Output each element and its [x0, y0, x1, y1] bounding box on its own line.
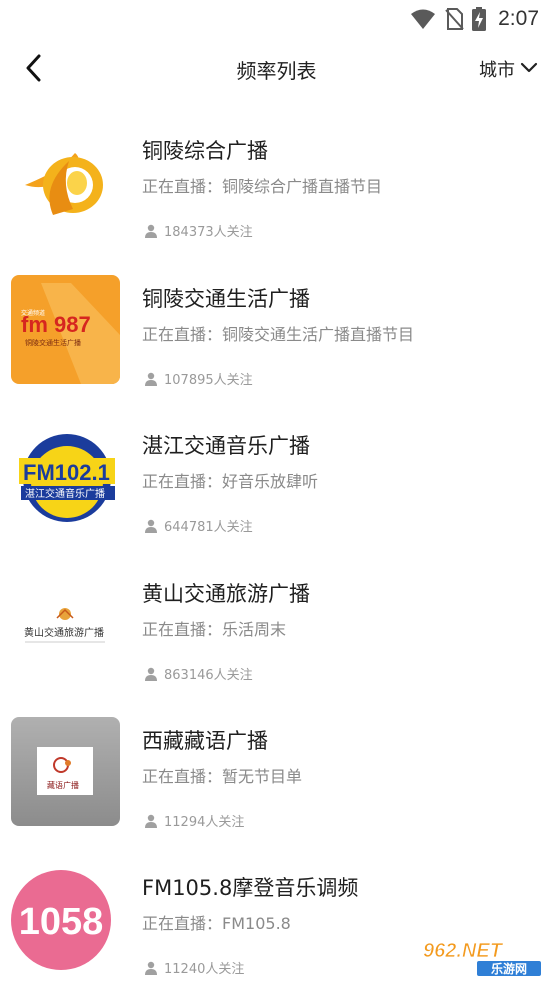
- battery-charging-icon: [472, 7, 487, 31]
- logo-text: 黄山交通旅游广播: [24, 626, 104, 639]
- station-item[interactable]: FM102.1 湛江交通音乐广播 湛江交通音乐广播 正在直播：好音乐放肆听 64…: [0, 408, 553, 538]
- huangshan-logo: 黄山交通旅游广播: [11, 570, 120, 679]
- chevron-down-icon[interactable]: [519, 58, 539, 78]
- station-live-info: 正在直播：暂无节目单: [142, 763, 302, 787]
- live-program: 铜陵综合广播直播节目: [222, 177, 383, 196]
- station-name: 湛江交通音乐广播: [142, 434, 310, 458]
- fm102-logo: FM102.1 湛江交通音乐广播: [11, 422, 120, 531]
- wifi-icon: [411, 9, 436, 29]
- person-icon: [145, 814, 157, 828]
- fm987-logo: 交通频道 fm 987 铜陵交通生活广播: [11, 275, 120, 384]
- station-name: 铜陵综合广播: [142, 139, 268, 163]
- logo-text: 藏语广播: [47, 780, 79, 790]
- app-bar: 频率列表 城市: [0, 40, 553, 96]
- live-program: 暂无节目单: [222, 767, 303, 786]
- live-label: 正在直播：: [142, 767, 223, 786]
- station-item[interactable]: 铜陵综合广播 正在直播：铜陵综合广播直播节目 184373人关注: [0, 113, 553, 243]
- live-program: FM105.8: [222, 914, 291, 933]
- logo-subtext: 湛江交通音乐广播: [25, 487, 105, 500]
- followers-count: 184373人关注: [164, 225, 253, 240]
- logo-text: fm 987: [21, 312, 91, 337]
- followers-count: 644781人关注: [164, 520, 253, 535]
- station-item[interactable]: 藏语广播 西藏藏语广播 正在直播：暂无节目单 11294人关注: [0, 703, 553, 833]
- followers-count: 11240人关注: [164, 962, 245, 977]
- person-icon: [145, 224, 157, 238]
- station-item[interactable]: 黄山交通旅游广播 黄山交通旅游广播 正在直播：乐活周末 863146人关注: [0, 556, 553, 686]
- station-live-info: 正在直播：乐活周末: [142, 616, 286, 640]
- live-label: 正在直播：: [142, 914, 223, 933]
- station-name: 铜陵交通生活广播: [142, 287, 310, 311]
- no-sim-icon: [445, 8, 464, 30]
- person-icon: [145, 961, 157, 975]
- status-icons: 2:07: [410, 6, 539, 32]
- station-followers: 644781人关注: [144, 516, 253, 535]
- station-name: 黄山交通旅游广播: [142, 582, 310, 606]
- station-name: FM105.8摩登音乐调频: [142, 876, 359, 900]
- fm1058-logo: 1058: [11, 864, 120, 973]
- live-label: 正在直播：: [142, 325, 223, 344]
- station-item[interactable]: 交通频道 fm 987 铜陵交通生活广播 铜陵交通生活广播 正在直播：铜陵交通生…: [0, 261, 553, 391]
- watermark-top: 962.NET: [423, 940, 504, 962]
- person-icon: [145, 519, 157, 533]
- page-title: 频率列表: [236, 59, 317, 83]
- person-icon: [145, 372, 157, 386]
- live-program: 乐活周末: [222, 620, 287, 639]
- watermark-logo: 962.NET 乐游网: [423, 940, 541, 976]
- station-live-info: 正在直播：铜陵交通生活广播直播节目: [142, 321, 414, 345]
- station-followers: 11240人关注: [144, 958, 244, 977]
- watermark-bottom: 乐游网: [491, 961, 527, 976]
- followers-count: 863146人关注: [164, 668, 253, 683]
- followers-count: 11294人关注: [164, 815, 245, 830]
- live-label: 正在直播：: [142, 177, 223, 196]
- station-live-info: 正在直播：好音乐放肆听: [142, 468, 318, 492]
- station-followers: 863146人关注: [144, 664, 253, 683]
- live-label: 正在直播：: [142, 472, 223, 491]
- tibet-logo: 藏语广播: [11, 717, 120, 826]
- person-icon: [145, 667, 157, 681]
- station-followers: 11294人关注: [144, 811, 244, 830]
- station-name: 西藏藏语广播: [142, 729, 268, 753]
- logo-text: FM102.1: [23, 460, 110, 485]
- station-followers: 107895人关注: [144, 369, 253, 388]
- logo-text: 1058: [19, 901, 104, 943]
- station-followers: 184373人关注: [144, 221, 253, 240]
- followers-count: 107895人关注: [164, 373, 253, 388]
- status-time: 2:07: [498, 7, 539, 30]
- city-selector-label[interactable]: 城市: [479, 56, 515, 82]
- live-label: 正在直播：: [142, 620, 223, 639]
- tongling-general-logo: [11, 127, 120, 236]
- live-program: 铜陵交通生活广播直播节目: [222, 325, 415, 344]
- station-live-info: 正在直播：铜陵综合广播直播节目: [142, 173, 382, 197]
- status-bar: 2:07: [0, 0, 553, 38]
- station-live-info: 正在直播：FM105.8: [142, 910, 291, 934]
- logo-subtext: 铜陵交通生活广播: [25, 338, 81, 347]
- live-program: 好音乐放肆听: [222, 472, 319, 491]
